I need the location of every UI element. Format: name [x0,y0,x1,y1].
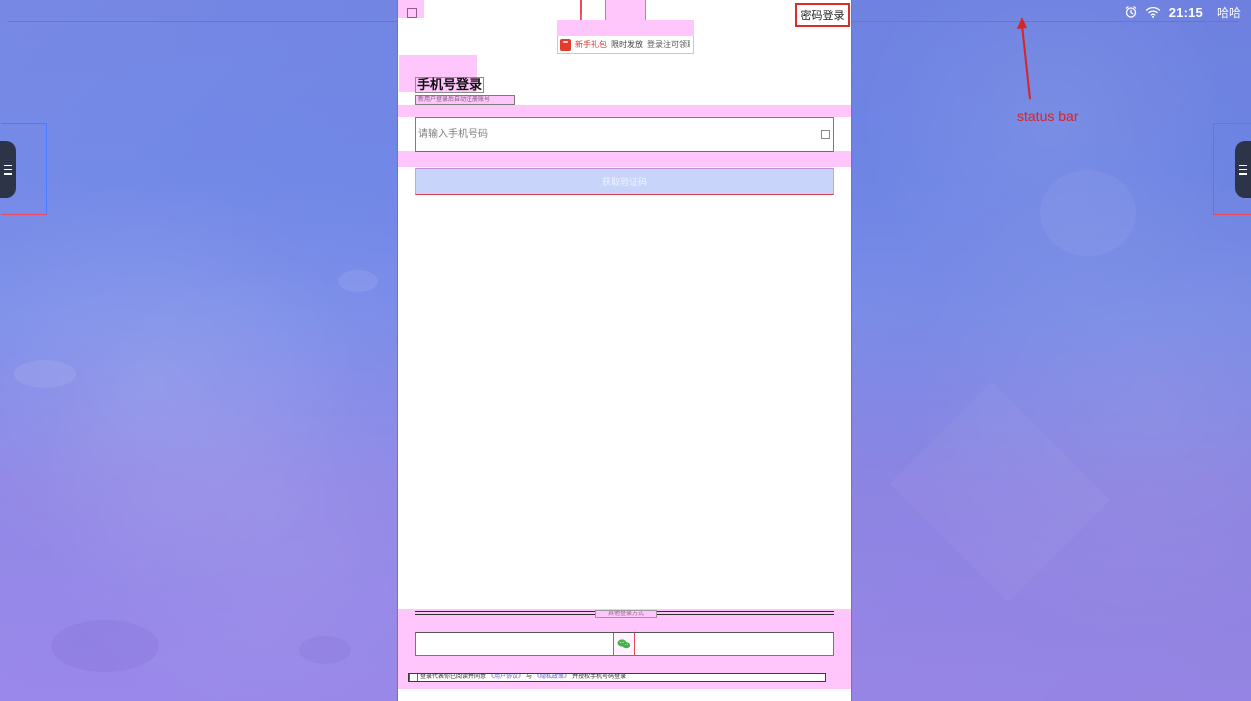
background-decoration [338,270,378,292]
background-decoration [1040,170,1136,256]
privacy-policy-link[interactable]: 《隐私政策》 [534,674,570,681]
background-decoration [889,381,1111,603]
red-envelope-icon [560,38,571,51]
page-subtitle: 新用户登录后自动注册账号 [415,95,515,105]
wechat-icon [617,639,631,649]
agreement-connector: 与 [526,674,533,680]
password-login-button[interactable]: 密码登录 [795,3,850,27]
agreement-row: 登录代表你已阅读并同意 《用户协议》 与 《隐私政策》 并授权手机号码登录 [408,673,826,682]
agreement-prefix: 登录代表你已阅读并同意 [420,674,487,680]
promo-label: 新手礼包 [575,40,607,49]
background-decoration [14,360,76,388]
promo-banner[interactable]: 新手礼包 限时发放 登录注可领取 [557,36,694,54]
agreement-checkbox[interactable] [409,674,418,681]
top-marker [580,0,582,20]
background-decoration [51,620,159,672]
promo-highlight [557,20,694,36]
left-side-handle[interactable] [0,141,16,198]
promo-description: 登录注可领取 [647,40,690,49]
back-checkbox-icon[interactable] [407,8,417,18]
menu-handle-icon [4,164,12,175]
annotation-arrow-icon [1017,17,1031,100]
desktop-screen: 21:15 哈哈 status bar 密码登录 新手礼包 限时发放 登录注可领… [0,0,1251,701]
right-side-handle[interactable] [1235,141,1251,198]
wifi-icon [1145,4,1161,20]
status-time: 21:15 [1168,4,1203,20]
login-phone-panel: 密码登录 新手礼包 限时发放 登录注可领取 手机号登录 新用户登录后自动注册账号… [397,0,852,701]
wechat-login-button[interactable] [613,633,635,655]
phone-bottom-area [398,689,851,701]
page-title: 手机号登录 [415,77,485,93]
alarm-icon [1123,4,1139,20]
status-user: 哈哈 [1216,5,1241,20]
other-login-options [415,632,834,656]
clear-input-icon[interactable] [821,130,830,139]
form-highlight-band [398,105,851,117]
background-decoration [299,636,351,664]
menu-handle-icon [1239,164,1247,175]
user-agreement-link[interactable]: 《用户协议》 [488,674,524,681]
phone-input[interactable] [416,118,806,151]
status-bar: 21:15 哈哈 [1123,3,1241,21]
status-bar-annotation: status bar [1017,108,1079,124]
phone-input-container[interactable] [415,117,834,152]
top-highlight-box [605,0,646,21]
get-verification-code-button[interactable]: 获取验证码 [415,168,834,195]
agreement-suffix: 并授权手机号码登录 [572,674,627,680]
promo-timing: 限时发放 [611,40,643,49]
form-highlight-band [398,151,851,167]
other-login-label: 其他登录方式 [595,610,657,618]
